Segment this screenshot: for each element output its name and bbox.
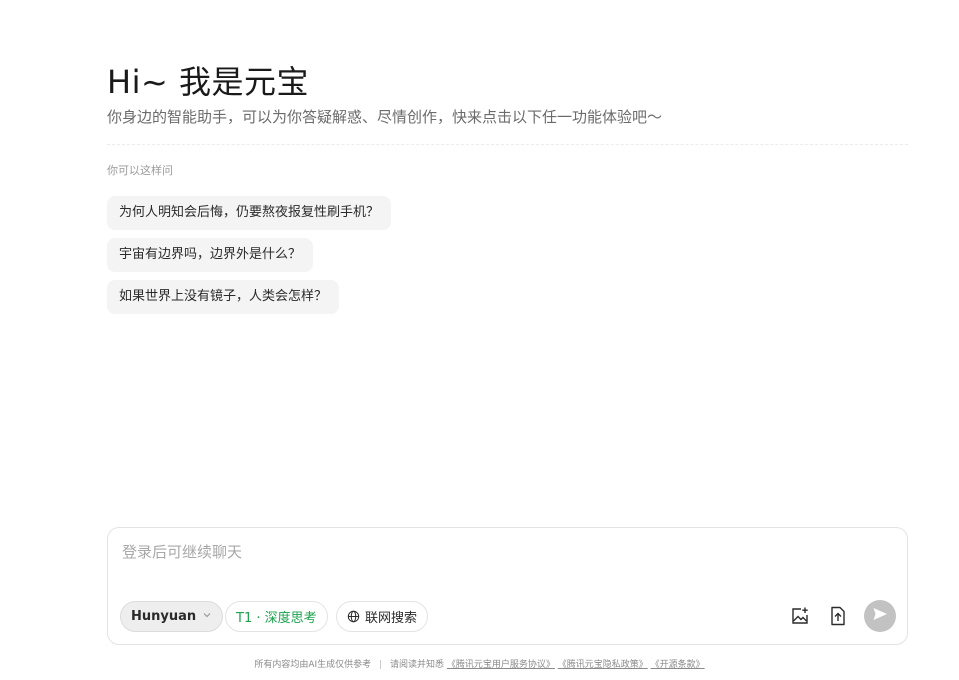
file-upload-icon[interactable] bbox=[826, 604, 850, 628]
privacy-policy-link[interactable]: 《腾讯元宝隐私政策》 bbox=[558, 660, 648, 670]
model-label: Hunyuan bbox=[131, 609, 197, 624]
chevron-down-icon bbox=[202, 610, 212, 623]
welcome-subtitle: 你身边的智能助手，可以为你答疑解惑、尽情创作，快来点击以下任一功能体验吧～ bbox=[107, 108, 663, 126]
suggestion-chip[interactable]: 宇宙有边界吗，边界外是什么？ bbox=[107, 238, 314, 272]
chat-composer: Hunyuan T1 · 深度思考 联网搜索 bbox=[107, 527, 908, 645]
ai-disclaimer: 所有内容均由AI生成仅供参考 bbox=[254, 660, 372, 670]
suggestions-label: 你可以这样问 bbox=[107, 164, 173, 177]
footer-separator: | bbox=[379, 660, 383, 670]
agreement-prompt: 请阅读并知悉 bbox=[389, 660, 444, 670]
page: Hi~ 我是元宝 你身边的智能助手，可以为你答疑解惑、尽情创作，快来点击以下任一… bbox=[0, 0, 959, 680]
chat-input[interactable] bbox=[122, 540, 882, 564]
footer-disclaimer: 所有内容均由AI生成仅供参考 | 请阅读并知悉 《腾讯元宝用户服务协议》 《腾讯… bbox=[0, 659, 959, 671]
web-search-label: 联网搜索 bbox=[365, 611, 418, 626]
deep-think-toggle[interactable]: T1 · 深度思考 bbox=[225, 601, 328, 632]
model-selector[interactable]: Hunyuan bbox=[120, 601, 224, 632]
user-agreement-link[interactable]: 《腾讯元宝用户服务协议》 bbox=[447, 660, 555, 670]
divider bbox=[107, 144, 908, 145]
suggestion-chip[interactable]: 为何人明知会后悔，仍要熬夜报复性刷手机？ bbox=[107, 196, 392, 230]
deep-think-label: T1 · 深度思考 bbox=[236, 611, 317, 626]
image-add-icon[interactable] bbox=[788, 604, 812, 628]
web-search-toggle[interactable]: 联网搜索 bbox=[336, 601, 429, 632]
suggestion-list: 为何人明知会后悔，仍要熬夜报复性刷手机？ 宇宙有边界吗，边界外是什么？ 如果世界… bbox=[107, 196, 392, 322]
suggestion-chip[interactable]: 如果世界上没有镜子，人类会怎样？ bbox=[107, 280, 340, 314]
open-source-terms-link[interactable]: 《开源条款》 bbox=[651, 660, 705, 670]
send-icon bbox=[871, 605, 889, 627]
send-button[interactable] bbox=[864, 600, 896, 632]
welcome-title: Hi~ 我是元宝 bbox=[107, 63, 309, 101]
globe-icon bbox=[347, 610, 360, 623]
welcome-header: Hi~ 我是元宝 你身边的智能助手，可以为你答疑解惑、尽情创作，快来点击以下任一… bbox=[107, 62, 908, 128]
